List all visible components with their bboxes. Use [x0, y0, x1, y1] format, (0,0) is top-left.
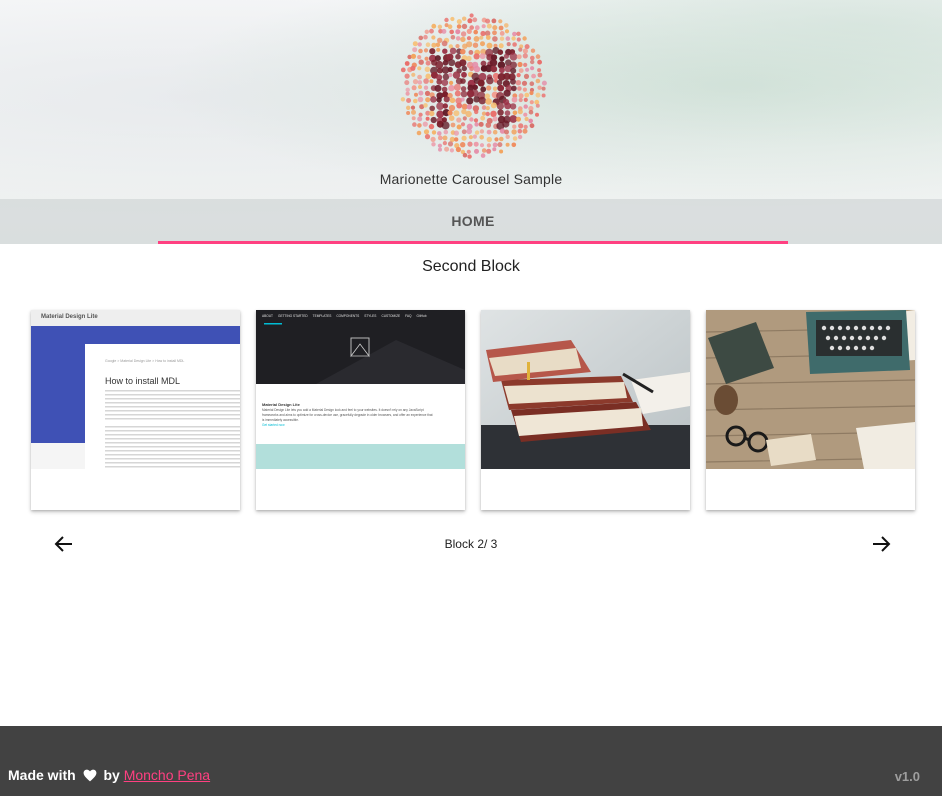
- typewriter-desk-photo: [706, 310, 915, 469]
- card-menu-item: GitHub: [416, 314, 427, 318]
- author-link[interactable]: Moncho Pena: [124, 767, 210, 783]
- card-body: Material Design Lite lets you add a Mate…: [262, 408, 462, 423]
- header: Marionette Carousel Sample HOME: [0, 0, 942, 244]
- card-heading: How to install MDL: [105, 376, 181, 386]
- books-photo: [481, 310, 690, 469]
- card-mdl-menu: ABOUT GETTING STARTED TEMPLATES COMPONEN…: [262, 314, 465, 318]
- next-arrow-icon[interactable]: [871, 533, 893, 555]
- card-menu-item: STYLES: [364, 314, 377, 318]
- carousel-card[interactable]: [706, 310, 915, 510]
- card-body-line: is immediately accessible.: [262, 418, 299, 422]
- card-menu-item: TEMPLATES: [312, 314, 332, 318]
- card-menu-item: ABOUT: [262, 314, 273, 318]
- block-title: Second Block: [422, 258, 520, 275]
- card-menu-item: FAQ: [405, 314, 412, 318]
- marionette-logo: [400, 13, 547, 159]
- card-thumbnail-mdl-home: ABOUT GETTING STARTED TEMPLATES COMPONEN…: [256, 310, 465, 469]
- footer: [0, 726, 942, 796]
- card-menu-item: COMPONENTS: [336, 314, 360, 318]
- card-section-title: Material Design Lite: [262, 402, 300, 407]
- pager-text: Block 2/ 3: [444, 537, 498, 551]
- card-link: Get started now: [262, 423, 285, 427]
- carousel-card[interactable]: Material Design Lite Google > Material D…: [31, 310, 240, 510]
- tab-home[interactable]: HOME: [158, 199, 788, 244]
- made-with-text: Made with: [8, 767, 76, 783]
- nav-bar: HOME: [0, 199, 942, 244]
- card-breadcrumb: Google > Material Design Lite > How to i…: [105, 359, 185, 363]
- card-menu-item: GETTING STARTED: [277, 314, 308, 318]
- heart-icon: [83, 769, 96, 782]
- card-bar-title: Material Design Lite: [41, 314, 98, 320]
- by-text: by: [103, 767, 120, 783]
- card-menu-item: CUSTOMIZE: [381, 314, 401, 318]
- version-label: v1.0: [894, 769, 920, 784]
- footer-credit: Made with by Moncho Pena: [8, 767, 210, 783]
- carousel-card[interactable]: [481, 310, 690, 510]
- site-title: Marionette Carousel Sample: [379, 171, 563, 187]
- carousel-card[interactable]: ABOUT GETTING STARTED TEMPLATES COMPONEN…: [256, 310, 465, 510]
- card-thumbnail-install-mdl: Material Design Lite Google > Material D…: [31, 310, 240, 469]
